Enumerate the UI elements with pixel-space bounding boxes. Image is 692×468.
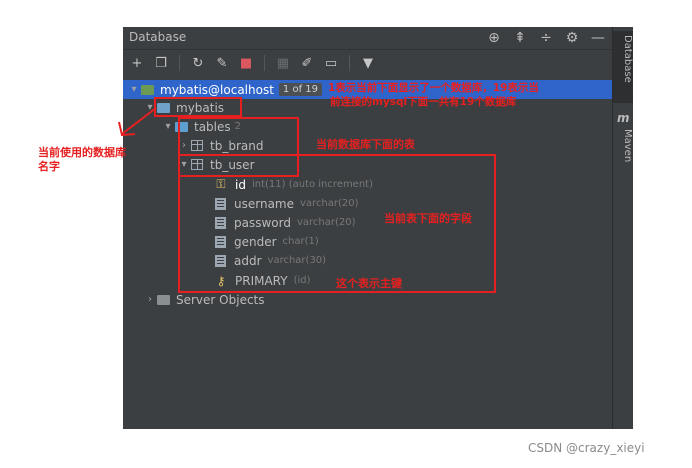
- schema-annotation: 当前使用的数据库 名字: [38, 146, 126, 173]
- console-icon[interactable]: ▭: [323, 55, 339, 71]
- folder-icon: [157, 294, 170, 305]
- table-icon[interactable]: ▦: [275, 55, 291, 71]
- add-icon[interactable]: +: [129, 55, 145, 71]
- tab-maven[interactable]: Maven: [613, 129, 633, 175]
- maven-icon: m: [617, 111, 630, 125]
- chevron-down-icon[interactable]: ▾: [127, 84, 141, 95]
- expand-all-icon[interactable]: ÷: [538, 28, 554, 48]
- watermark: CSDN @crazy_xieyi: [528, 441, 645, 455]
- server-objects-label: Server Objects: [176, 292, 265, 307]
- tables-annotation: 当前数据库下面的表: [316, 138, 415, 151]
- edit-icon[interactable]: ✐: [299, 55, 315, 71]
- edit-schema-icon[interactable]: ✎: [214, 55, 230, 71]
- copy-icon[interactable]: ❐: [153, 55, 169, 71]
- right-tool-strip: Database m Maven: [612, 27, 633, 429]
- badge-annotation: 1表示当前下面显示了一个数据库，19表示当 前连接的mysql下面一共有19个数…: [328, 82, 539, 108]
- schema-count-badge[interactable]: 1 of 19: [278, 83, 323, 96]
- globe-icon[interactable]: ⊕: [486, 28, 502, 48]
- connection-icon: [141, 84, 154, 95]
- stop-icon[interactable]: ■: [238, 55, 254, 71]
- toolbar: + ❐ ↻ ✎ ■ ▦ ✐ ▭ ▼: [123, 50, 612, 76]
- collapse-all-icon[interactable]: ⇞: [512, 28, 528, 48]
- maven-tab-label: Maven: [622, 129, 633, 163]
- pk-annotation: 这个表示主键: [336, 277, 402, 290]
- tab-database[interactable]: Database: [613, 31, 633, 103]
- connection-label: mybatis@localhost: [160, 82, 274, 97]
- refresh-icon[interactable]: ↻: [190, 55, 206, 71]
- window-title: Database: [129, 30, 187, 44]
- database-tab-label: Database: [622, 35, 633, 83]
- pointer-arrow: [118, 107, 157, 137]
- schema-highlight-box: [154, 97, 242, 117]
- filter-icon[interactable]: ▼: [360, 55, 376, 71]
- minimize-icon[interactable]: —: [590, 28, 606, 48]
- chevron-right-icon[interactable]: ›: [143, 294, 157, 305]
- title-bar: Database ⊕ ⇞ ÷ ⚙ —: [123, 27, 612, 50]
- gear-icon[interactable]: ⚙: [564, 28, 580, 48]
- chevron-down-icon[interactable]: ▾: [161, 121, 175, 132]
- fields-annotation: 当前表下面的字段: [384, 212, 472, 225]
